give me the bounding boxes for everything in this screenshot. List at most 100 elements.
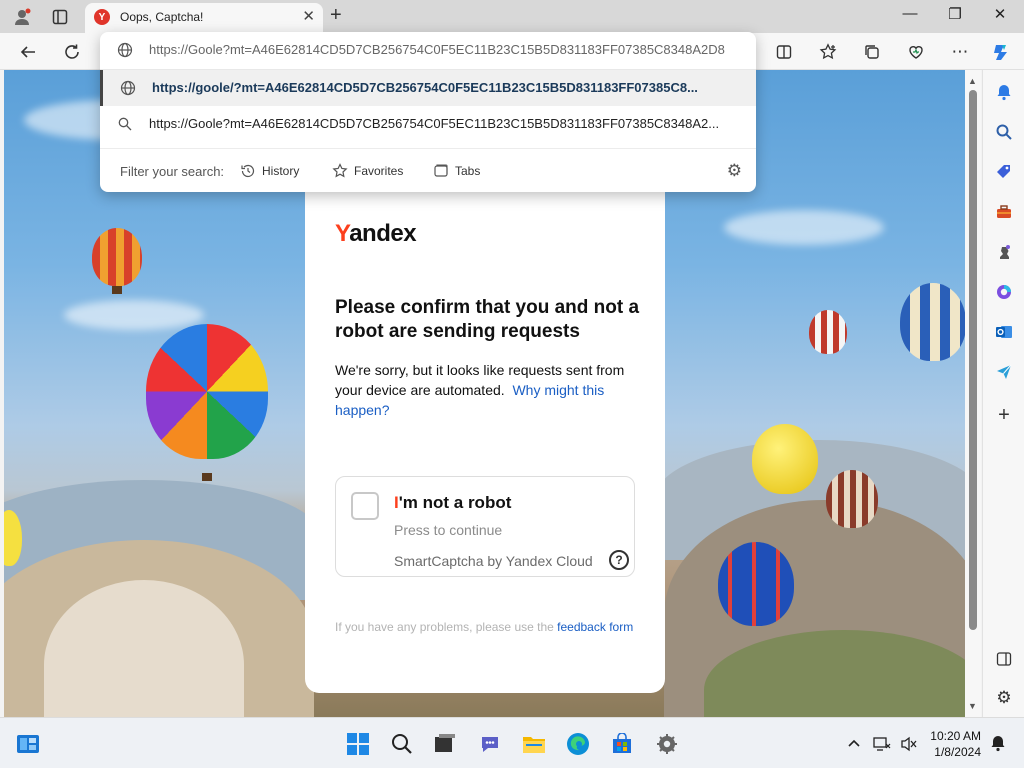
tab-actions-icon[interactable]: [49, 6, 71, 28]
search-icon[interactable]: [390, 732, 414, 756]
network-icon[interactable]: [873, 736, 891, 755]
microsoft-store-icon[interactable]: [610, 732, 634, 756]
star-icon: [332, 163, 348, 178]
filter-tabs-button[interactable]: Tabs: [433, 161, 480, 181]
balloon-basket: [202, 473, 212, 481]
hot-air-balloon: [826, 470, 878, 528]
widgets-icon[interactable]: [16, 732, 40, 756]
collections-icon[interactable]: [861, 41, 883, 63]
search-icon: [117, 116, 133, 132]
address-input[interactable]: https://Goole?mt=A46E62814CD5D7CB256754C…: [149, 42, 739, 57]
filter-history-label: History: [262, 164, 300, 178]
tab-bar: Y Oops, Captcha! ✕ + — ❐ ✕: [0, 0, 1024, 33]
footer-text: If you have any problems, please use the: [335, 620, 554, 634]
windows-start-icon[interactable]: [346, 732, 370, 756]
add-sidebar-app-icon[interactable]: +: [993, 404, 1015, 426]
profile-icon[interactable]: [11, 6, 33, 28]
clock-date: 1/8/2024: [934, 745, 981, 759]
copilot-icon[interactable]: [990, 41, 1012, 63]
yandex-favicon-icon: Y: [94, 9, 110, 25]
captcha-subtitle: Press to continue: [394, 522, 503, 538]
tabs-icon: [434, 164, 448, 177]
cloud: [724, 210, 884, 245]
drop-send-icon[interactable]: [993, 361, 1015, 383]
suggestion-item[interactable]: https://Goole?mt=A46E62814CD5D7CB256754C…: [100, 106, 756, 142]
edge-browser-icon[interactable]: [566, 732, 590, 756]
restore-button[interactable]: ❐: [940, 5, 970, 23]
tab-title: Oops, Captcha!: [120, 10, 204, 24]
feedback-link[interactable]: feedback form: [557, 620, 633, 634]
file-explorer-icon[interactable]: [522, 732, 546, 756]
gear-icon[interactable]: ⚙: [727, 161, 742, 181]
close-button[interactable]: ✕: [985, 5, 1015, 23]
more-options-icon[interactable]: ⋯: [949, 41, 971, 63]
teams-chat-icon[interactable]: [478, 732, 502, 756]
hot-air-balloon: [809, 310, 847, 354]
address-bar-dropdown: https://Goole?mt=A46E62814CD5D7CB256754C…: [100, 32, 756, 192]
not-robot-checkbox[interactable]: [351, 492, 379, 520]
games-chess-icon[interactable]: [993, 241, 1015, 263]
favorites-star-icon[interactable]: [817, 41, 839, 63]
microsoft-365-icon[interactable]: [993, 281, 1015, 303]
tools-toolbox-icon[interactable]: [993, 201, 1015, 223]
task-view-icon[interactable]: [433, 732, 457, 756]
filter-label: Filter your search:: [120, 164, 225, 179]
page-heading: Please confirm that you and not a robot …: [335, 297, 640, 342]
globe-icon: [117, 42, 133, 58]
taskbar-clock[interactable]: 10:20 AM 1/8/2024: [930, 728, 981, 760]
tab-close-icon[interactable]: ✕: [302, 7, 315, 25]
hot-air-balloon: [718, 542, 794, 626]
suggestion-item[interactable]: https://goole/?mt=A46E62814CD5D7CB256754…: [100, 70, 756, 106]
minimize-button[interactable]: —: [895, 5, 925, 22]
filter-favorites-button[interactable]: Favorites: [332, 161, 403, 181]
back-icon[interactable]: [17, 41, 39, 63]
notifications-bell-icon[interactable]: [993, 81, 1015, 103]
refresh-icon[interactable]: [61, 41, 83, 63]
captcha-title: I'm not a robot: [394, 493, 511, 513]
show-hidden-icons-chevron-icon[interactable]: [847, 736, 861, 751]
description: We're sorry, but it looks like requests …: [335, 360, 640, 420]
edge-sidebar: + ⚙: [982, 70, 1024, 717]
scroll-down-icon[interactable]: ▼: [968, 701, 977, 711]
search-icon[interactable]: [993, 121, 1015, 143]
tab-active[interactable]: Y Oops, Captcha! ✕: [85, 3, 323, 33]
balloon-basket: [112, 286, 122, 294]
vertical-scrollbar[interactable]: ▲ ▼: [965, 70, 981, 717]
smartcaptcha-widget[interactable]: I'm not a robot Press to continue SmartC…: [335, 476, 635, 577]
scrollbar-thumb[interactable]: [969, 90, 977, 630]
hot-air-balloon: [146, 324, 268, 459]
suggestion-text: https://goole/?mt=A46E62814CD5D7CB256754…: [152, 80, 698, 95]
address-bar[interactable]: https://Goole?mt=A46E62814CD5D7CB256754C…: [100, 32, 756, 70]
shopping-tag-icon[interactable]: [993, 161, 1015, 183]
help-icon[interactable]: ?: [609, 550, 629, 570]
hide-sidebar-icon[interactable]: [993, 648, 1015, 670]
volume-muted-icon[interactable]: [900, 736, 918, 755]
captcha-card: Yandex Please confirm that you and not a…: [305, 190, 665, 693]
globe-icon: [120, 80, 136, 96]
clock-time: 10:20 AM: [930, 729, 981, 743]
new-tab-icon[interactable]: +: [330, 4, 342, 27]
hot-air-balloon: [752, 424, 818, 494]
logo-text: andex: [349, 220, 417, 247]
filter-tabs-label: Tabs: [455, 164, 481, 178]
hot-air-balloon: [92, 228, 142, 286]
filter-favorites-label: Favorites: [354, 164, 404, 178]
search-filter-bar: Filter your search: History Favorites Ta…: [100, 148, 756, 192]
filter-history-button[interactable]: History: [240, 161, 299, 181]
taskbar: 10:20 AM 1/8/2024: [0, 717, 1024, 768]
suggestion-text: https://Goole?mt=A46E62814CD5D7CB256754C…: [149, 116, 720, 131]
scroll-up-icon[interactable]: ▲: [968, 76, 977, 86]
yandex-logo[interactable]: Yandex: [335, 220, 417, 248]
captcha-title-rest: 'm not a robot: [398, 493, 512, 512]
settings-gear-icon[interactable]: ⚙: [993, 687, 1015, 709]
captcha-brand: SmartCaptcha by Yandex Cloud: [394, 553, 593, 569]
settings-app-icon[interactable]: [655, 732, 679, 756]
split-screen-icon[interactable]: [773, 41, 795, 63]
hot-air-balloon: [900, 283, 965, 361]
browser-essentials-icon[interactable]: [905, 41, 927, 63]
notification-center-icon[interactable]: [989, 734, 1007, 755]
outlook-icon[interactable]: [993, 321, 1015, 343]
logo-letter: Y: [335, 220, 350, 247]
cloud: [64, 300, 204, 330]
footer-note: If you have any problems, please use the…: [335, 618, 635, 636]
